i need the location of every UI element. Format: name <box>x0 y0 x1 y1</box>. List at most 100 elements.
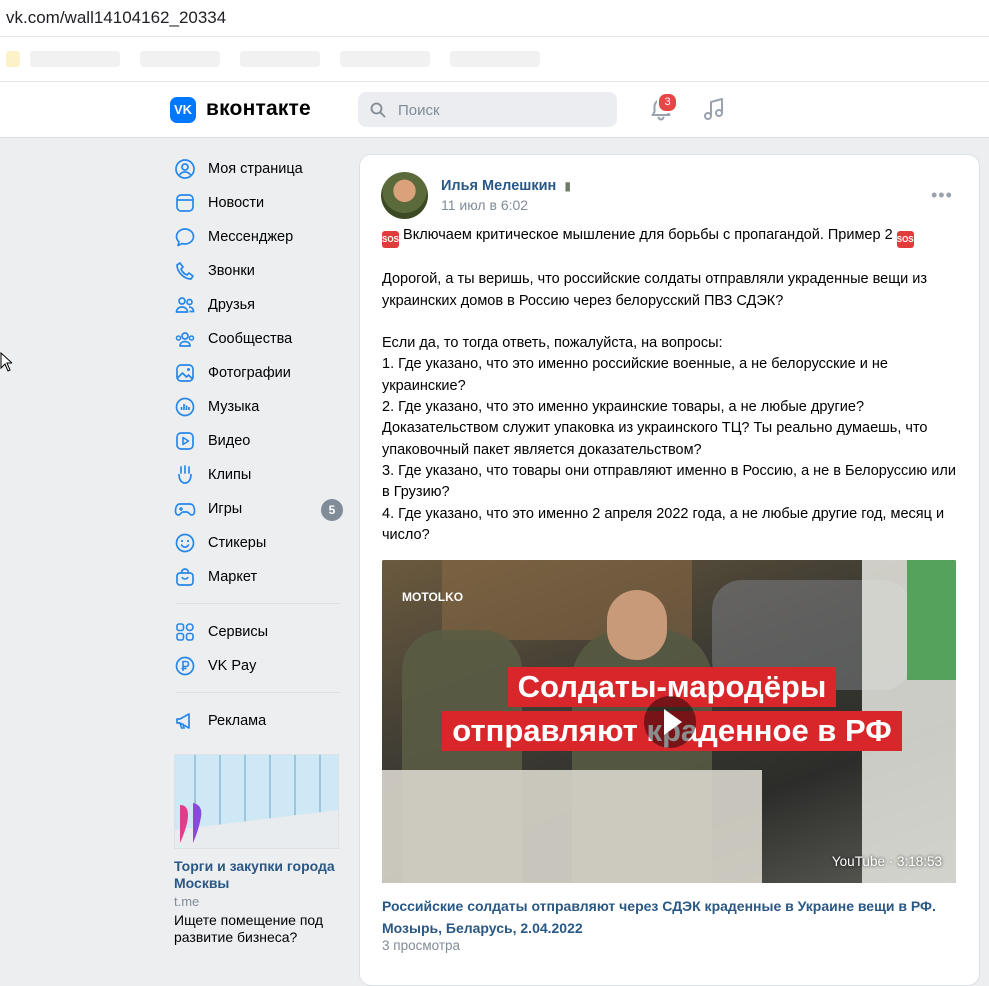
sidebar-item-market[interactable]: Маркет <box>170 560 345 594</box>
news-icon <box>176 194 194 212</box>
video-player[interactable]: MOTOLKO Солдаты-мародёры отправляют крад… <box>382 560 956 883</box>
sidebar-item-stickers[interactable]: Стикеры <box>170 526 345 560</box>
photo-icon <box>176 364 194 382</box>
sidebar-divider <box>176 603 339 604</box>
search-input[interactable] <box>396 92 610 129</box>
sidebar-item-label: Клипы <box>208 467 252 483</box>
sidebar-divider <box>176 692 339 693</box>
wall-post: Илья Мелешкин ▮ 11 июл в 6:02 ••• SOS Вк… <box>359 154 980 986</box>
bookmarks-bar <box>0 37 989 82</box>
sidebar-item-photos[interactable]: Фотографии <box>170 356 345 390</box>
sidebar-item-clips[interactable]: Клипы <box>170 458 345 492</box>
more-options-icon[interactable]: ••• <box>931 185 953 206</box>
sidebar-item-label: Видео <box>208 433 251 449</box>
services-icon <box>176 623 194 641</box>
sos-icon: SOS <box>896 231 914 248</box>
post-author[interactable]: Илья Мелешкин ▮ <box>441 178 571 194</box>
video-views: 3 просмотра <box>382 938 461 953</box>
sidebar-item-label: Друзья <box>208 297 256 313</box>
address-bar[interactable]: vk.com/wall14104162_20334 <box>0 0 989 37</box>
sidebar-item-label: Сервисы <box>208 624 269 640</box>
sidebar-item-video[interactable]: Видео <box>170 424 345 458</box>
post-paragraph: Дорогой, а ты веришь, что российские сол… <box>382 271 928 309</box>
sidebar: Моя страница Новости Мессенджер Звонки Д… <box>170 152 345 738</box>
sidebar-item-label: Мессенджер <box>208 229 294 245</box>
sidebar-item-label: Моя страница <box>208 161 303 177</box>
ad-domain: t.me <box>174 894 200 909</box>
headline-text: Включаем критическое мышление для борьбы… <box>399 227 897 243</box>
message-icon <box>175 228 195 247</box>
bookmark-item[interactable] <box>240 51 320 67</box>
sidebar-item-label: Реклама <box>208 713 267 729</box>
sidebar-item-music[interactable]: Музыка <box>170 390 345 424</box>
vkpay-icon <box>175 656 195 676</box>
bookmark-item[interactable] <box>450 51 540 67</box>
ad-title[interactable]: Торги и закупки города Москвы <box>174 858 339 892</box>
sidebar-item-label: Звонки <box>208 263 255 279</box>
video-duration: YouTube · 3:18:53 <box>831 854 942 869</box>
sidebar-item-vk-pay[interactable]: VK Pay <box>170 649 345 683</box>
search-box[interactable] <box>358 92 617 129</box>
sidebar-item-friends[interactable]: Друзья <box>170 288 345 322</box>
games-count-badge: 5 <box>321 499 343 521</box>
author-name[interactable]: Илья Мелешкин <box>441 178 556 194</box>
video-watermark: MOTOLKO <box>402 590 464 604</box>
sidebar-item-label: Музыка <box>208 399 260 415</box>
bookmark-item[interactable] <box>140 51 220 67</box>
sidebar-item-label: Маркет <box>208 569 258 585</box>
questions-intro: Если да, то тогда ответь, пожалуйста, на… <box>382 335 723 352</box>
play-icon[interactable] <box>644 696 696 748</box>
bookmark-item[interactable] <box>30 51 120 67</box>
sidebar-ad[interactable]: Торги и закупки города Москвы t.me Ищете… <box>174 754 339 946</box>
vk-header: VK вконтакте <box>0 82 989 138</box>
sidebar-item-label: Новости <box>208 195 265 211</box>
friends-icon <box>175 297 195 313</box>
games-icon <box>174 503 196 516</box>
thumbnail-face <box>607 590 667 660</box>
sidebar-item-calls[interactable]: Звонки <box>170 254 345 288</box>
logo-text[interactable]: вконтакте <box>206 97 311 121</box>
sidebar-item-ads[interactable]: Реклама <box>170 704 345 738</box>
bookmark-item[interactable] <box>340 51 430 67</box>
thumbnail-table <box>382 770 762 883</box>
sidebar-item-label: VK Pay <box>208 658 257 674</box>
music-icon[interactable] <box>702 96 726 122</box>
avatar[interactable] <box>381 172 428 219</box>
question-1: 1. Где указано, что это именно российски… <box>382 356 888 394</box>
sidebar-item-label: Стикеры <box>208 535 267 551</box>
question-4: 4. Где указано, что это именно 2 апреля … <box>382 505 945 543</box>
ad-description: Ищете помещение под развитие бизнеса? <box>174 912 324 945</box>
ad-building-picture <box>175 755 338 848</box>
user-circle-icon <box>175 159 195 179</box>
sidebar-item-communities[interactable]: Сообщества <box>170 322 345 356</box>
thumbnail-sign <box>907 560 956 680</box>
video-icon <box>176 432 194 450</box>
sidebar-item-my-page[interactable]: Моя страница <box>170 152 345 186</box>
post-date[interactable]: 11 июл в 6:02 <box>441 197 528 213</box>
sidebar-item-label: Сообщества <box>208 331 293 347</box>
sidebar-item-games[interactable]: Игры 5 <box>170 492 345 526</box>
sidebar-item-services[interactable]: Сервисы <box>170 615 345 649</box>
url-text[interactable]: vk.com/wall14104162_20334 <box>6 8 226 28</box>
megaphone-icon <box>176 713 190 729</box>
ad-image[interactable] <box>174 754 339 849</box>
post-headline: SOS Включаем критическое мышление для бо… <box>382 225 962 248</box>
vk-logo-icon[interactable]: VK <box>170 97 196 123</box>
video-title[interactable]: Российские солдаты отправляют через СДЭК… <box>382 895 956 939</box>
sos-icon: SOS <box>382 231 399 248</box>
notifications-badge: 3 <box>657 92 678 113</box>
clips-icon <box>178 465 192 484</box>
music-icon <box>175 397 195 417</box>
stickers-icon <box>175 533 195 553</box>
sidebar-item-label: Фотографии <box>208 365 291 381</box>
sidebar-item-news[interactable]: Новости <box>170 186 345 220</box>
sidebar-item-messenger[interactable]: Мессенджер <box>170 220 345 254</box>
post-text: SOS Включаем критическое мышление для бо… <box>382 225 962 546</box>
question-2: 2. Где указано, что это именно украински… <box>382 399 928 458</box>
bookmark-icon[interactable] <box>6 51 20 67</box>
communities-icon <box>175 332 195 347</box>
mouse-cursor-icon <box>0 352 12 372</box>
phone-icon <box>176 262 194 280</box>
market-icon <box>176 568 194 586</box>
search-icon <box>370 102 386 118</box>
